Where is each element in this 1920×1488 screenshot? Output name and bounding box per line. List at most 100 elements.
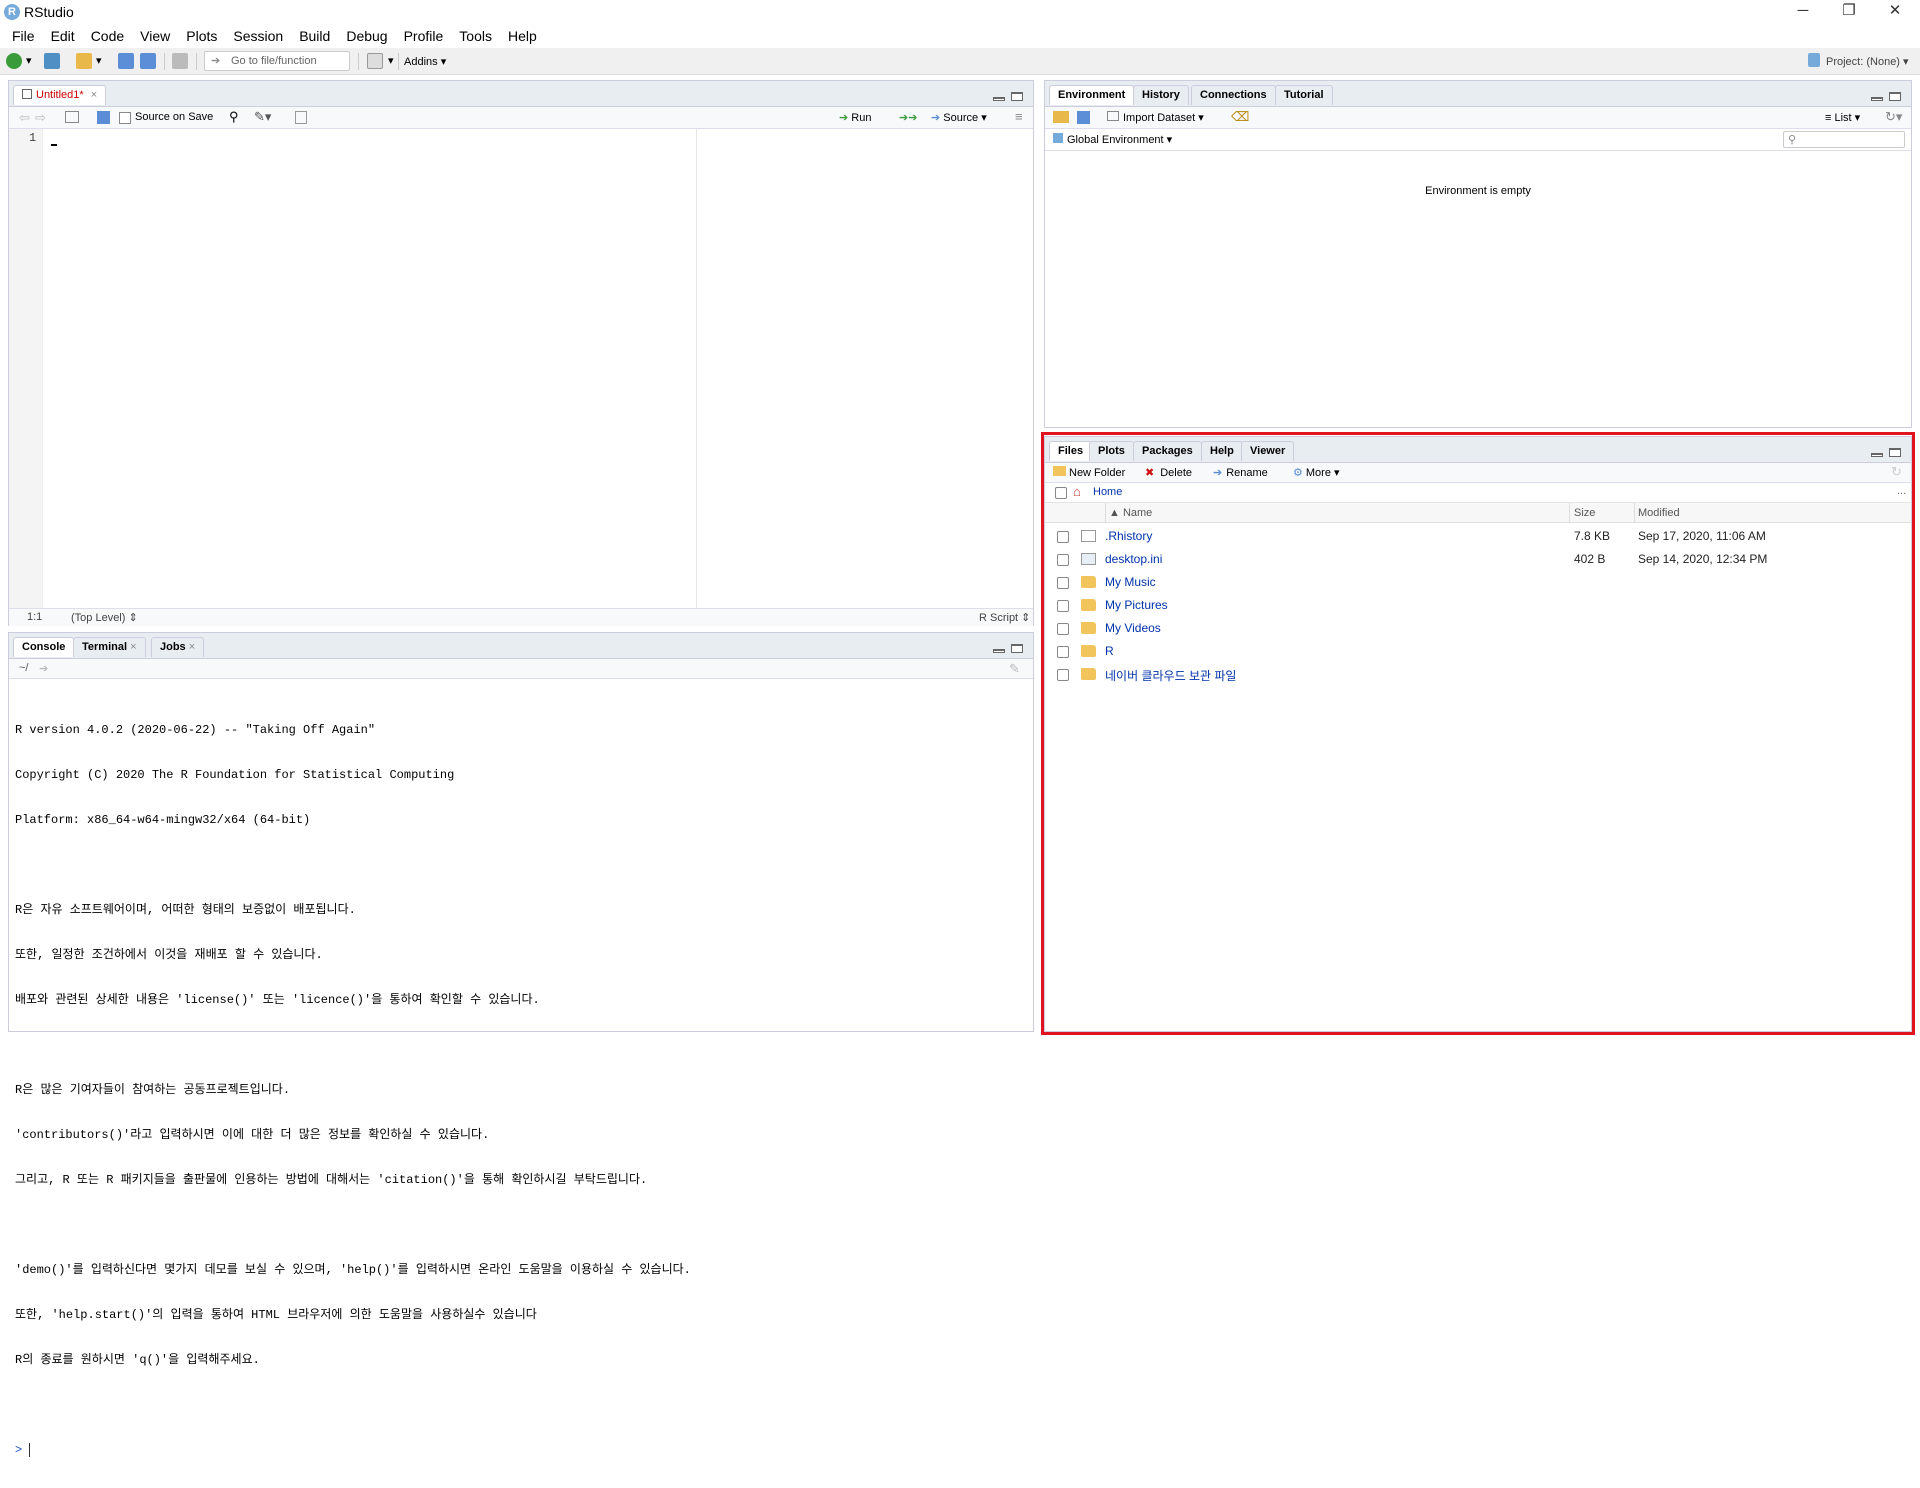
tab-tutorial[interactable]: Tutorial — [1275, 85, 1333, 105]
close-tab-icon[interactable]: × — [91, 89, 97, 101]
document-outline-icon[interactable]: ≡ — [1015, 109, 1023, 124]
workspace-panes-dropdown-icon[interactable]: ▾ — [388, 54, 394, 67]
minimize-button[interactable]: ─ — [1780, 0, 1826, 24]
save-icon[interactable] — [97, 111, 110, 124]
menu-view[interactable]: View — [132, 28, 178, 44]
list-view-menu[interactable]: ≡ List ▾ — [1825, 111, 1860, 124]
back-icon[interactable]: ⇦ — [19, 110, 30, 126]
row-checkbox[interactable] — [1057, 646, 1069, 658]
row-checkbox[interactable] — [1057, 531, 1069, 543]
folder-row[interactable]: 네이버 클라우드 보관 파일 — [1045, 663, 1913, 686]
load-workspace-icon[interactable] — [1053, 111, 1069, 123]
menu-help[interactable]: Help — [500, 28, 545, 44]
minimize-icon[interactable] — [1871, 453, 1883, 457]
tab-untitled1[interactable]: Untitled1* × — [13, 85, 107, 105]
row-checkbox[interactable] — [1057, 623, 1069, 635]
more-menu[interactable]: ⚙ More ▾ — [1293, 466, 1340, 479]
file-row[interactable]: desktop.ini 402 B Sep 14, 2020, 12:34 PM — [1045, 548, 1913, 571]
refresh-icon[interactable]: ↻ — [1891, 464, 1902, 480]
file-type-menu[interactable]: R Script ⇕ — [979, 611, 1030, 624]
environment-search-input[interactable]: ⚲ — [1783, 131, 1905, 148]
file-name-link[interactable]: .Rhistory — [1105, 529, 1152, 543]
menu-edit[interactable]: Edit — [43, 28, 83, 44]
rerun-icon[interactable]: ➔➔ — [899, 111, 917, 124]
tab-help[interactable]: Help — [1201, 441, 1243, 461]
file-row[interactable]: .Rhistory 7.8 KB Sep 17, 2020, 11:06 AM — [1045, 525, 1913, 548]
save-all-icon[interactable] — [140, 53, 156, 69]
broom-icon[interactable]: ⌫ — [1231, 109, 1249, 125]
print-icon[interactable] — [172, 53, 188, 69]
scope-menu[interactable]: (Top Level) ⇕ — [71, 611, 138, 624]
menu-session[interactable]: Session — [225, 28, 291, 44]
tab-terminal[interactable]: Terminal × — [73, 637, 146, 657]
new-folder-button[interactable]: New Folder — [1053, 466, 1125, 479]
show-in-window-icon[interactable] — [65, 111, 79, 123]
tab-plots[interactable]: Plots — [1089, 441, 1134, 461]
go-to-dir-icon[interactable]: ➔ — [39, 662, 48, 675]
tab-jobs[interactable]: Jobs × — [151, 637, 205, 657]
go-to-directory-button[interactable]: ... — [1897, 485, 1906, 497]
name-column-header[interactable]: ▲ Name — [1109, 507, 1152, 519]
tab-viewer[interactable]: Viewer — [1241, 441, 1295, 461]
forward-icon[interactable]: ⇨ — [35, 110, 46, 126]
breadcrumb-home[interactable]: Home — [1093, 486, 1122, 498]
menu-debug[interactable]: Debug — [338, 28, 395, 44]
maximize-icon[interactable] — [1889, 448, 1901, 457]
pane-min-max[interactable] — [1871, 444, 1911, 458]
pane-min-max[interactable] — [993, 640, 1033, 654]
close-tab-icon[interactable]: × — [130, 641, 136, 653]
open-recent-dropdown-icon[interactable]: ▾ — [96, 54, 102, 67]
menu-file[interactable]: File — [4, 28, 43, 44]
row-checkbox[interactable] — [1057, 600, 1069, 612]
folder-row[interactable]: My Videos — [1045, 617, 1913, 640]
console-input-line[interactable]: > — [15, 1443, 1025, 1458]
save-icon[interactable] — [118, 53, 134, 69]
menu-tools[interactable]: Tools — [451, 28, 500, 44]
save-workspace-icon[interactable] — [1077, 111, 1090, 124]
minimize-icon[interactable] — [993, 97, 1005, 101]
tab-connections[interactable]: Connections — [1191, 85, 1276, 105]
maximize-icon[interactable] — [1011, 644, 1023, 653]
row-checkbox[interactable] — [1057, 554, 1069, 566]
maximize-icon[interactable] — [1011, 92, 1023, 101]
file-name-link[interactable]: desktop.ini — [1105, 552, 1162, 566]
folder-row[interactable]: R — [1045, 640, 1913, 663]
project-menu[interactable]: Project: (None) ▾ — [1826, 55, 1909, 68]
menu-build[interactable]: Build — [291, 28, 338, 44]
select-all-checkbox[interactable] — [1055, 487, 1067, 499]
global-environment-menu[interactable]: Global Environment ▾ — [1053, 133, 1172, 146]
pane-min-max[interactable] — [1871, 88, 1911, 102]
search-icon[interactable]: ⚲ — [229, 109, 239, 125]
menu-profile[interactable]: Profile — [396, 28, 452, 44]
magic-wand-icon[interactable]: ✎▾ — [254, 109, 271, 125]
row-checkbox[interactable] — [1057, 669, 1069, 681]
folder-row[interactable]: My Music — [1045, 571, 1913, 594]
source-on-save-checkbox[interactable] — [119, 112, 131, 124]
tab-packages[interactable]: Packages — [1133, 441, 1202, 461]
menu-plots[interactable]: Plots — [178, 28, 225, 44]
code-area[interactable] — [43, 129, 1033, 609]
tab-console[interactable]: Console — [13, 637, 75, 657]
folder-name-link[interactable]: My Videos — [1105, 621, 1161, 635]
minimize-icon[interactable] — [993, 649, 1005, 653]
folder-name-link[interactable]: R — [1105, 644, 1114, 658]
new-file-icon[interactable] — [6, 53, 22, 69]
folder-name-link[interactable]: My Music — [1105, 575, 1156, 589]
row-checkbox[interactable] — [1057, 577, 1069, 589]
open-file-icon[interactable] — [76, 53, 92, 69]
folder-row[interactable]: My Pictures — [1045, 594, 1913, 617]
modified-column-header[interactable]: Modified — [1638, 507, 1680, 519]
source-button[interactable]: ➔ Source ▾ — [931, 111, 987, 124]
size-column-header[interactable]: Size — [1574, 507, 1595, 519]
addins-button[interactable]: Addins ▾ — [404, 55, 446, 68]
menu-code[interactable]: Code — [83, 28, 132, 44]
new-file-dropdown-icon[interactable]: ▾ — [26, 54, 32, 67]
close-tab-icon[interactable]: × — [189, 641, 195, 653]
clear-console-icon[interactable]: ✎ — [1009, 661, 1020, 677]
folder-name-link[interactable]: My Pictures — [1105, 598, 1168, 612]
compile-report-icon[interactable] — [295, 111, 307, 124]
new-project-icon[interactable] — [44, 53, 60, 69]
run-button[interactable]: ➔ Run — [839, 111, 871, 124]
delete-button[interactable]: ✖ Delete — [1145, 466, 1192, 479]
folder-name-link[interactable]: 네이버 클라우드 보관 파일 — [1105, 667, 1236, 684]
